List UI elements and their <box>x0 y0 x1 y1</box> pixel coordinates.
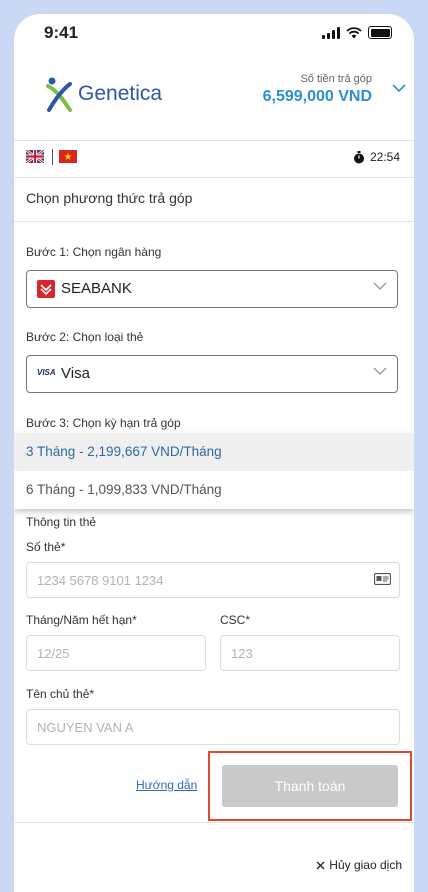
term-option-6-months[interactable]: 6 Tháng - 1,099,833 VND/Tháng <box>14 471 414 509</box>
footer-divider <box>14 822 414 823</box>
pay-button-highlight: Thanh toán <box>208 751 412 821</box>
vn-flag-icon[interactable] <box>59 150 77 163</box>
visa-logo: VISA <box>37 368 56 377</box>
card-number-label: Số thẻ* <box>26 540 66 554</box>
term-dropdown: 3 Tháng - 2,199,667 VND/Tháng 6 Tháng - … <box>14 433 414 509</box>
help-link[interactable]: Hướng dẫn <box>136 778 197 792</box>
bank-select[interactable]: SEABANK <box>26 270 398 308</box>
section-divider <box>14 221 414 222</box>
step2-label: Bước 2: Chọn loại thẻ <box>26 330 144 344</box>
csc-label: CSC* <box>220 613 251 627</box>
card-info-title: Thông tin thẻ <box>26 515 97 529</box>
card-type-value: Visa <box>61 365 90 382</box>
wifi-icon <box>346 26 362 38</box>
stopwatch-icon <box>353 150 364 163</box>
chevron-down-icon[interactable] <box>392 84 406 93</box>
chevron-down-icon <box>373 367 387 375</box>
csc-input[interactable]: 123 <box>220 635 400 671</box>
phone-screen: 9:41 Genetica Số tiền trả góp 6,599,000 … <box>14 14 414 892</box>
holder-name-label: Tên chủ thẻ* <box>26 687 95 701</box>
pay-button[interactable]: Thanh toán <box>222 765 398 807</box>
step1-label: Bước 1: Chọn ngân hàng <box>26 245 162 259</box>
term-option-3-months[interactable]: 3 Tháng - 2,199,667 VND/Tháng <box>14 433 414 471</box>
seabank-logo <box>37 280 55 298</box>
card-number-input[interactable]: 1234 5678 9101 1234 <box>26 562 400 598</box>
step3-label: Bước 3: Chọn kỳ hạn trả góp <box>26 416 181 430</box>
expiry-input[interactable]: 12/25 <box>26 635 206 671</box>
timer-value: 22:54 <box>369 150 400 164</box>
battery-icon <box>368 26 392 39</box>
amount-value: 6,599,000 VND <box>262 88 372 105</box>
status-bar: 9:41 <box>14 14 414 54</box>
cancel-label: Hủy giao dịch <box>329 858 402 872</box>
bank-value: SEABANK <box>61 280 132 297</box>
status-time: 9:41 <box>44 23 79 42</box>
genetica-logo-icon <box>46 77 72 112</box>
brand-name: Genetica <box>78 82 163 105</box>
cancel-transaction[interactable]: Hủy giao dịch <box>316 858 402 872</box>
section-title: Chọn phương thức trả góp <box>26 190 193 206</box>
language-divider <box>52 149 53 165</box>
session-timer: 22:54 <box>353 150 400 164</box>
expiry-label: Tháng/Năm hết hạn* <box>26 613 137 627</box>
amount-label: Số tiền trả góp <box>300 73 372 85</box>
merchant-header: Genetica Số tiền trả góp 6,599,000 VND <box>14 54 414 141</box>
close-icon <box>316 861 325 869</box>
uk-flag-icon[interactable] <box>26 150 44 163</box>
holder-name-input[interactable]: NGUYEN VAN A <box>26 709 400 745</box>
card-icon <box>374 573 391 585</box>
genetica-logo: Genetica <box>46 76 162 112</box>
language-bar: 22:54 <box>14 141 414 178</box>
card-type-select[interactable]: VISA Visa <box>26 355 398 393</box>
chevron-down-icon <box>373 282 387 290</box>
signal-icon <box>322 26 340 39</box>
